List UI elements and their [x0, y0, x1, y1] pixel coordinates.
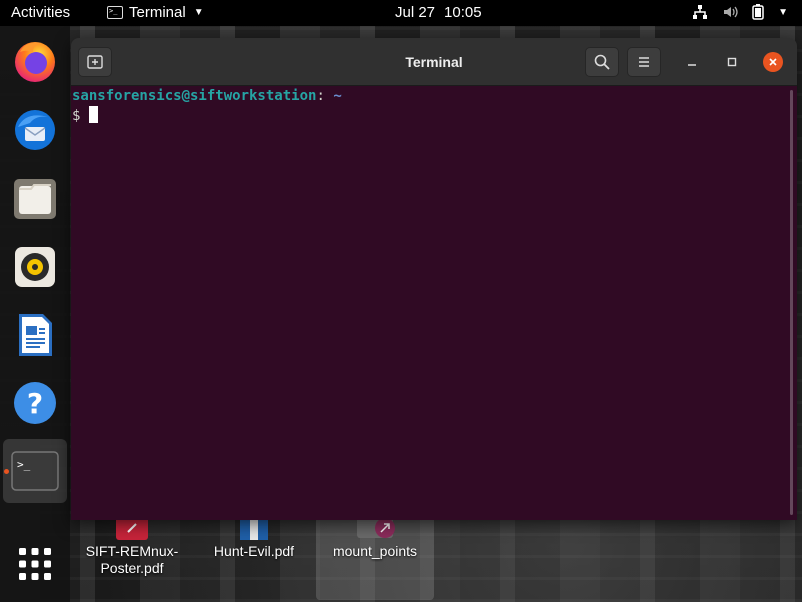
clock-date: Jul 27: [395, 4, 436, 21]
desktop-folder-mount-points[interactable]: mount_points: [316, 508, 434, 600]
prompt-symbol: $: [72, 108, 81, 124]
help-icon: ?: [14, 382, 56, 424]
battery-icon: [752, 4, 764, 20]
prompt-separator: :: [316, 88, 325, 104]
dock-item-help[interactable]: ?: [11, 379, 59, 427]
menu-button[interactable]: [627, 47, 661, 77]
thunderbird-icon: [15, 110, 55, 150]
dock-item-thunderbird[interactable]: [11, 106, 59, 154]
dock-item-terminal[interactable]: >_: [3, 439, 67, 503]
network-icon: [692, 4, 708, 20]
scrollbar[interactable]: [790, 90, 793, 515]
app-menu-label: Terminal: [129, 4, 186, 21]
show-apps-icon: [19, 548, 51, 580]
prompt-line: sansforensics@siftworkstation: ~: [72, 87, 797, 106]
dock-item-writer[interactable]: [11, 311, 59, 359]
search-icon: [594, 54, 610, 70]
desktop-file-label: SIFT-REMnux-: [85, 543, 179, 559]
system-tray[interactable]: ▼: [692, 4, 788, 20]
dock-item-rhythmbox[interactable]: [11, 243, 59, 291]
new-tab-icon: [87, 55, 103, 69]
libreoffice-writer-icon: [19, 314, 52, 356]
minimize-icon: [688, 64, 696, 66]
volume-icon: [722, 4, 738, 20]
search-button[interactable]: [585, 47, 619, 77]
dock-item-firefox[interactable]: [11, 37, 59, 85]
dock-item-files[interactable]: [11, 175, 59, 223]
prompt-path: ~: [333, 88, 342, 104]
terminal-icon: >_: [11, 451, 59, 491]
running-indicator: [4, 469, 9, 474]
clock[interactable]: Jul 27 10:05: [395, 4, 482, 21]
top-bar: Activities >_ Terminal ▼ Jul 27 10:05 ▼: [0, 0, 802, 26]
svg-text:?: ?: [27, 387, 43, 420]
input-line[interactable]: $: [72, 106, 797, 126]
prompt-user: sansforensics@siftworkstation: [72, 88, 317, 104]
dock: ? >_: [0, 26, 70, 602]
chevron-down-icon: ▼: [193, 7, 204, 18]
close-icon: [769, 58, 777, 66]
activities-button[interactable]: Activities: [11, 4, 70, 21]
power-menu-chevron-icon: ▼: [778, 6, 788, 18]
firefox-icon: [15, 42, 55, 82]
text-cursor: [89, 106, 99, 123]
desktop-file-label: Hunt-Evil.pdf: [213, 543, 295, 559]
maximize-icon: [727, 57, 737, 67]
window-headerbar[interactable]: Terminal: [71, 38, 797, 86]
terminal-app-icon: >_: [107, 6, 123, 19]
svg-text:>_: >_: [17, 458, 31, 471]
files-icon: [14, 179, 56, 219]
minimize-button[interactable]: [682, 52, 702, 72]
new-tab-button[interactable]: [78, 47, 112, 77]
clock-time: 10:05: [444, 4, 482, 21]
dock-item-show-apps[interactable]: [11, 540, 59, 588]
close-button[interactable]: [763, 52, 783, 72]
app-menu[interactable]: >_ Terminal ▼: [107, 4, 204, 21]
hamburger-menu-icon: [639, 57, 649, 67]
terminal-output[interactable]: sansforensics@siftworkstation: ~ $: [71, 86, 797, 520]
desktop-file-label: Poster.pdf: [100, 560, 164, 576]
desktop-folder-label: mount_points: [332, 543, 418, 559]
terminal-window[interactable]: Terminal sansforensics@siftworkstation: …: [71, 38, 797, 520]
rhythmbox-icon: [15, 247, 55, 287]
maximize-button[interactable]: [722, 52, 742, 72]
